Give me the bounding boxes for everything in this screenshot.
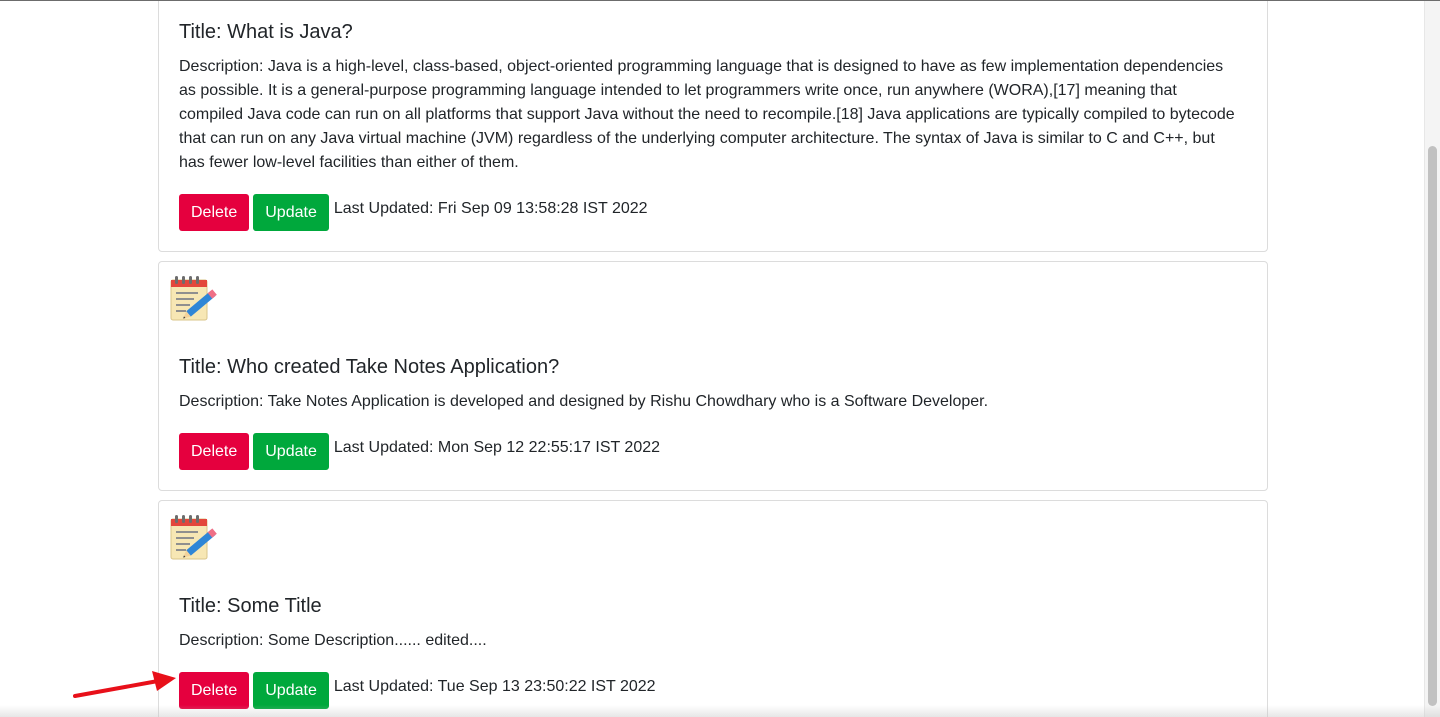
note-description: Description: Some Description...... edit… bbox=[179, 632, 487, 649]
bottom-shadow bbox=[0, 705, 1440, 717]
vertical-scrollbar[interactable] bbox=[1424, 1, 1440, 717]
delete-button[interactable]: Delete bbox=[179, 193, 250, 231]
note-card: Title: Who created Take Notes Applicatio… bbox=[158, 261, 1268, 491]
notes-list: Title: What is Java? Description: Java i… bbox=[158, 1, 1268, 717]
last-updated-text: Last Updated: Fri Sep 09 13:58:28 IST 20… bbox=[333, 200, 648, 217]
notes-page: Title: What is Java? Description: Java i… bbox=[0, 0, 1440, 717]
notepad-pencil-icon bbox=[170, 276, 217, 321]
note-card: Title: Some Title Description: Some Desc… bbox=[158, 500, 1268, 717]
note-title: Title: Who created Take Notes Applicatio… bbox=[179, 356, 560, 378]
update-button[interactable]: Update bbox=[253, 432, 329, 470]
note-description: Description: Take Notes Application is d… bbox=[179, 393, 989, 410]
delete-button[interactable]: Delete bbox=[179, 432, 250, 470]
note-title: Title: What is Java? bbox=[179, 21, 353, 43]
note-actions: Delete Update Last Updated: Mon Sep 12 2… bbox=[179, 432, 1247, 470]
note-title: Title: Some Title bbox=[179, 595, 322, 617]
update-button[interactable]: Update bbox=[253, 193, 329, 231]
update-button[interactable]: Update bbox=[253, 671, 329, 709]
note-actions: Delete Update Last Updated: Tue Sep 13 2… bbox=[179, 671, 1247, 709]
notepad-pencil-icon bbox=[170, 515, 217, 560]
note-actions: Delete Update Last Updated: Fri Sep 09 1… bbox=[179, 193, 1247, 231]
annotation-arrow-icon bbox=[73, 671, 176, 698]
last-updated-text: Last Updated: Tue Sep 13 23:50:22 IST 20… bbox=[333, 678, 656, 695]
note-card: Title: What is Java? Description: Java i… bbox=[158, 1, 1268, 252]
last-updated-text: Last Updated: Mon Sep 12 22:55:17 IST 20… bbox=[333, 439, 661, 456]
delete-button[interactable]: Delete bbox=[179, 671, 250, 709]
note-description: Description: Java is a high-level, class… bbox=[179, 58, 1235, 171]
scrollbar-thumb[interactable] bbox=[1428, 146, 1437, 706]
